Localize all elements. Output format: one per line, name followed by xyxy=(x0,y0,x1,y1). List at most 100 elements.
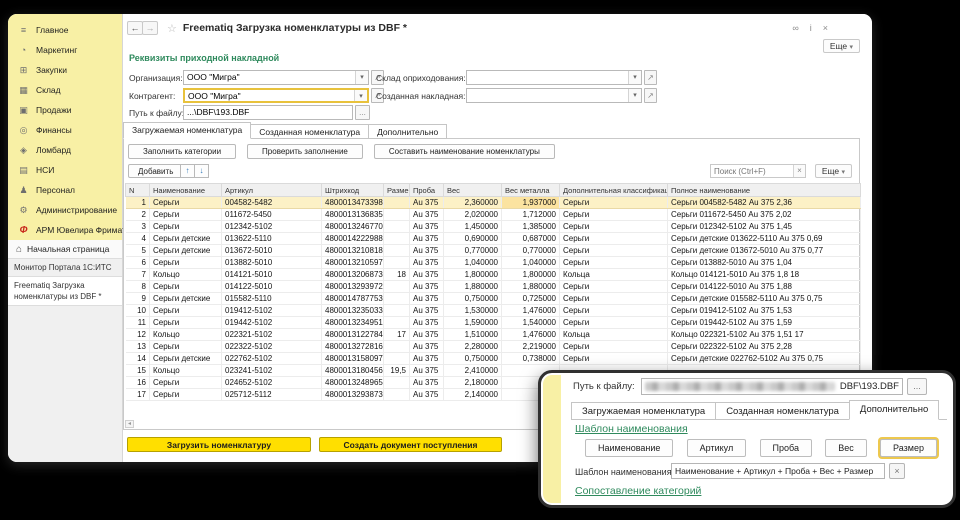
table-cell[interactable]: Серьги детские xyxy=(150,353,222,365)
table-cell[interactable]: Серьги 011672-5450 Au 375 2,02 xyxy=(668,209,861,221)
column-header[interactable]: Наименование xyxy=(150,184,222,197)
table-cell[interactable] xyxy=(384,209,410,221)
table-cell[interactable]: 4800013246770 xyxy=(322,221,384,233)
file-browse-button[interactable]: ... xyxy=(355,105,370,120)
table-cell[interactable]: Кольцо xyxy=(150,269,222,281)
template-button-3[interactable]: Вес xyxy=(825,439,867,457)
sidebar-item-nsi[interactable]: ▤НСИ xyxy=(8,160,122,180)
column-header[interactable]: Размер xyxy=(384,184,410,197)
table-cell[interactable]: Au 375 xyxy=(410,257,444,269)
column-header[interactable]: Полное наименование xyxy=(668,184,861,197)
panel-button-2[interactable]: Составить наименование номенклатуры xyxy=(374,144,555,159)
table-cell[interactable]: 4800013180456 xyxy=(322,365,384,377)
section-header[interactable]: Реквизиты приходной накладной xyxy=(129,53,279,63)
column-header[interactable]: Артикул xyxy=(222,184,322,197)
table-cell[interactable]: 14 xyxy=(126,353,150,365)
invoice-field[interactable]: ▾ xyxy=(466,88,642,103)
table-cell[interactable]: 0,770000 xyxy=(502,245,560,257)
table-cell[interactable]: 1,880000 xyxy=(502,281,560,293)
sidebar-item-administration[interactable]: ⚙Администрирование xyxy=(8,200,122,220)
table-cell[interactable]: 025712-5112 xyxy=(222,389,322,401)
table-cell[interactable]: Серьги 022322-5102 Au 375 2,28 xyxy=(668,341,861,353)
add-button[interactable]: Добавить xyxy=(128,164,183,178)
table-cell[interactable]: 012342-5102 xyxy=(222,221,322,233)
table-cell[interactable]: Au 375 xyxy=(410,389,444,401)
table-cell[interactable]: 4 xyxy=(126,233,150,245)
table-cell[interactable]: Серьги детские 022762-5102 Au 375 0,75 xyxy=(668,353,861,365)
table-cell[interactable]: Au 375 xyxy=(410,305,444,317)
callout-file-browse-button[interactable]: ... xyxy=(907,378,927,395)
table-cell[interactable]: Au 375 xyxy=(410,353,444,365)
table-cell[interactable]: 2,180000 xyxy=(444,377,502,389)
table-cell[interactable]: 013622-5110 xyxy=(222,233,322,245)
table-cell[interactable]: 1,712000 xyxy=(502,209,560,221)
favorite-star-icon[interactable]: ☆ xyxy=(167,22,177,35)
table-cell[interactable]: 6 xyxy=(126,257,150,269)
table-cell[interactable]: 014121-5010 xyxy=(222,269,322,281)
table-cell[interactable] xyxy=(384,389,410,401)
table-row[interactable]: 6Серьги013882-50104800013210597Au 3751,0… xyxy=(126,257,861,269)
table-cell[interactable]: 2,280000 xyxy=(444,341,502,353)
table-cell[interactable]: Серьги xyxy=(150,281,222,293)
table-cell[interactable] xyxy=(384,245,410,257)
table-cell[interactable]: Кольцо xyxy=(150,329,222,341)
table-cell[interactable]: Au 375 xyxy=(410,197,444,209)
table-cell[interactable]: 5 xyxy=(126,245,150,257)
scroll-left-icon[interactable]: ◂ xyxy=(125,420,134,428)
info-icon[interactable]: i xyxy=(810,23,812,33)
column-header[interactable]: N xyxy=(126,184,150,197)
panel-button-0[interactable]: Заполнить категории xyxy=(128,144,236,159)
sidebar-item-freematiq[interactable]: ФАРМ Ювелира Фриматик xyxy=(8,220,122,240)
table-cell[interactable]: 4800013158097 xyxy=(322,353,384,365)
table-cell[interactable]: 1,476000 xyxy=(502,329,560,341)
file-path-field[interactable]: ...\DBF\193.DBF xyxy=(183,105,353,120)
table-cell[interactable]: 4800013293873 xyxy=(322,389,384,401)
tab-1[interactable]: Созданная номенклатура xyxy=(715,402,850,420)
table-cell[interactable] xyxy=(384,317,410,329)
table-cell[interactable]: Серьги 013882-5010 Au 375 1,04 xyxy=(668,257,861,269)
chevron-down-icon[interactable]: ▾ xyxy=(628,89,641,102)
table-cell[interactable]: Кольца xyxy=(560,269,668,281)
table-cell[interactable] xyxy=(384,293,410,305)
table-cell[interactable]: 019442-5102 xyxy=(222,317,322,329)
sidebar-item-finance[interactable]: ◎Финансы xyxy=(8,120,122,140)
more-button-top[interactable]: Еще ▾ xyxy=(823,39,860,53)
table-cell[interactable]: 4800013210597 xyxy=(322,257,384,269)
table-cell[interactable]: 7 xyxy=(126,269,150,281)
table-cell[interactable]: 0,690000 xyxy=(444,233,502,245)
table-cell[interactable]: 022762-5102 xyxy=(222,353,322,365)
table-cell[interactable]: 19,5 xyxy=(384,365,410,377)
get-link-icon[interactable]: ∞ xyxy=(792,23,798,33)
table-cell[interactable]: 0,750000 xyxy=(444,353,502,365)
table-cell[interactable]: 004582-5482 xyxy=(222,197,322,209)
table-cell[interactable]: Серьги детские 015582-5110 Au 375 0,75 xyxy=(668,293,861,305)
column-header[interactable]: Вес металла xyxy=(502,184,560,197)
table-cell[interactable]: 024652-5102 xyxy=(222,377,322,389)
table-cell[interactable]: Серьги xyxy=(560,293,668,305)
table-cell[interactable]: Серьги детские xyxy=(150,233,222,245)
table-cell[interactable]: 17 xyxy=(384,329,410,341)
table-cell[interactable]: 4800013234951 xyxy=(322,317,384,329)
table-cell[interactable]: Серьги xyxy=(150,305,222,317)
table-cell[interactable]: 10 xyxy=(126,305,150,317)
categories-section-link[interactable]: Сопоставление категорий xyxy=(575,485,701,497)
table-cell[interactable]: 4800013293972 xyxy=(322,281,384,293)
search-input[interactable] xyxy=(711,165,793,177)
template-button-4[interactable]: Размер xyxy=(880,439,937,457)
table-cell[interactable]: Серьги xyxy=(560,245,668,257)
table-cell[interactable]: Серьги детские 013672-5010 Au 375 0,77 xyxy=(668,245,861,257)
tab-1[interactable]: Созданная номенклатура xyxy=(250,124,369,139)
table-cell[interactable]: Серьги детские xyxy=(150,293,222,305)
table-cell[interactable]: Серьги xyxy=(150,221,222,233)
table-cell[interactable]: 0,770000 xyxy=(444,245,502,257)
table-cell[interactable]: 4800013473398 xyxy=(322,197,384,209)
table-cell[interactable]: 0,725000 xyxy=(502,293,560,305)
callout-file-path-field[interactable]: DBF\193.DBF xyxy=(641,378,903,395)
table-cell[interactable]: 015582-5110 xyxy=(222,293,322,305)
table-cell[interactable]: 1,880000 xyxy=(444,281,502,293)
sidebar-item-pawnshop[interactable]: ◈Ломбард xyxy=(8,140,122,160)
table-cell[interactable]: Серьги xyxy=(560,341,668,353)
table-cell[interactable]: Au 375 xyxy=(410,245,444,257)
table-cell[interactable]: 2,219000 xyxy=(502,341,560,353)
sidebar-item-personnel[interactable]: ♟Персонал xyxy=(8,180,122,200)
